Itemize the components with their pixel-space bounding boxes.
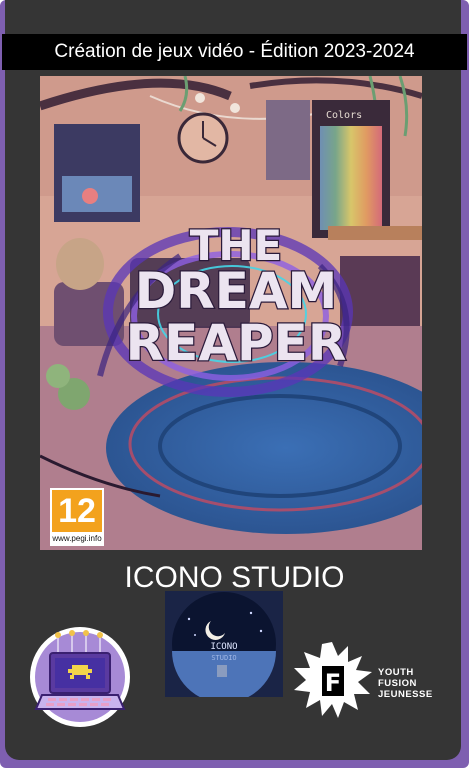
sponsor-line-1: YOUTH [378, 667, 414, 678]
edition-title: Création de jeux vidéo - Édition 2023-20… [54, 41, 415, 62]
game-creation-logo [28, 625, 132, 729]
edition-banner: Création de jeux vidéo - Édition 2023-20… [2, 34, 467, 70]
laptop-icon [30, 627, 130, 727]
pegi-rating-badge: 12 www.pegi.info [50, 488, 104, 546]
studio-logo-text-1: ICONO [210, 642, 237, 652]
cover-artwork: Colors THE DREAM REAPER [40, 76, 422, 550]
game-title-line-2: DREAM [135, 262, 338, 320]
cover-illustration: Colors THE DREAM REAPER [40, 76, 422, 550]
sponsor-mark: F [325, 669, 341, 697]
fusion-burst-icon: F [294, 642, 372, 718]
sponsor-logo: F YOUTH FUSION JEUNESSE [290, 640, 440, 720]
studio-logo-text-2: STUDIO [211, 654, 236, 662]
sponsor-name: YOUTH FUSION JEUNESSE [378, 667, 433, 700]
studio-logo-art: ICONO STUDIO [165, 591, 283, 697]
studio-logo: ICONO STUDIO [165, 591, 283, 697]
game-title-line-3: REAPER [126, 314, 347, 372]
sponsor-line-2: FUSION [378, 678, 417, 689]
poster-text: Colors [326, 110, 362, 121]
pegi-url: www.pegi.info [52, 534, 102, 543]
pegi-rating: 12 [52, 490, 102, 532]
sponsor-line-3: JEUNESSE [378, 689, 433, 700]
